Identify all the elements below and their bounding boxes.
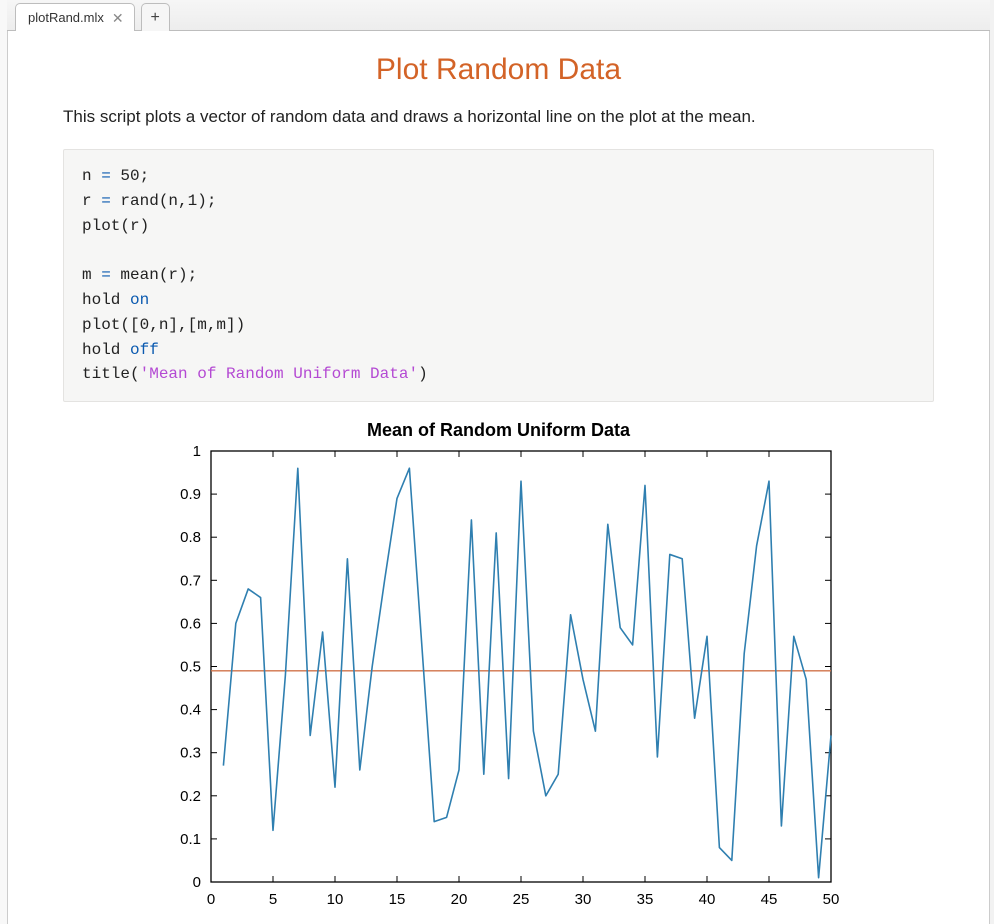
svg-text:15: 15 <box>388 891 405 908</box>
svg-text:0.4: 0.4 <box>180 702 201 719</box>
svg-text:45: 45 <box>760 891 777 908</box>
svg-text:0: 0 <box>192 874 200 891</box>
svg-text:35: 35 <box>636 891 653 908</box>
page-title: Plot Random Data <box>63 53 934 87</box>
plus-icon: + <box>150 9 159 27</box>
svg-text:20: 20 <box>450 891 467 908</box>
svg-text:0.1: 0.1 <box>180 831 201 848</box>
svg-text:0.9: 0.9 <box>180 486 201 503</box>
tab-plotrand[interactable]: plotRand.mlx ✕ <box>15 3 135 31</box>
page-description: This script plots a vector of random dat… <box>63 107 934 127</box>
document-inner: Plot Random Data This script plots a vec… <box>27 41 970 921</box>
svg-text:10: 10 <box>326 891 343 908</box>
svg-text:0.2: 0.2 <box>180 788 201 805</box>
left-gutter <box>0 0 8 924</box>
svg-text:0.5: 0.5 <box>180 659 201 676</box>
close-icon[interactable]: ✕ <box>112 11 124 25</box>
new-tab-button[interactable]: + <box>141 3 170 31</box>
chart-title: Mean of Random Uniform Data <box>149 420 849 441</box>
chart-output: Mean of Random Uniform Data 051015202530… <box>63 416 934 921</box>
right-gutter <box>989 0 994 924</box>
svg-text:0.7: 0.7 <box>180 572 201 589</box>
svg-text:50: 50 <box>822 891 839 908</box>
svg-text:40: 40 <box>698 891 715 908</box>
code-block[interactable]: n = 50; r = rand(n,1); plot(r) m = mean(… <box>63 149 934 402</box>
svg-text:25: 25 <box>512 891 529 908</box>
svg-text:1: 1 <box>192 443 200 460</box>
tab-bar: plotRand.mlx ✕ + <box>7 0 990 31</box>
svg-text:30: 30 <box>574 891 591 908</box>
svg-text:0.6: 0.6 <box>180 616 201 633</box>
svg-text:5: 5 <box>268 891 276 908</box>
document-area: Plot Random Data This script plots a vec… <box>7 31 990 921</box>
svg-text:0.8: 0.8 <box>180 529 201 546</box>
chart-box: Mean of Random Uniform Data 051015202530… <box>149 416 849 921</box>
svg-text:0: 0 <box>206 891 214 908</box>
app-window: plotRand.mlx ✕ + Plot Random Data This s… <box>0 0 994 924</box>
chart-svg: 0 5 10 15 20 25 30 35 40 45 50 0 0.1 0.2 0.3 0.4 0.5 0.6 0… <box>149 441 849 916</box>
tab-label: plotRand.mlx <box>28 10 104 25</box>
svg-text:0.3: 0.3 <box>180 745 201 762</box>
